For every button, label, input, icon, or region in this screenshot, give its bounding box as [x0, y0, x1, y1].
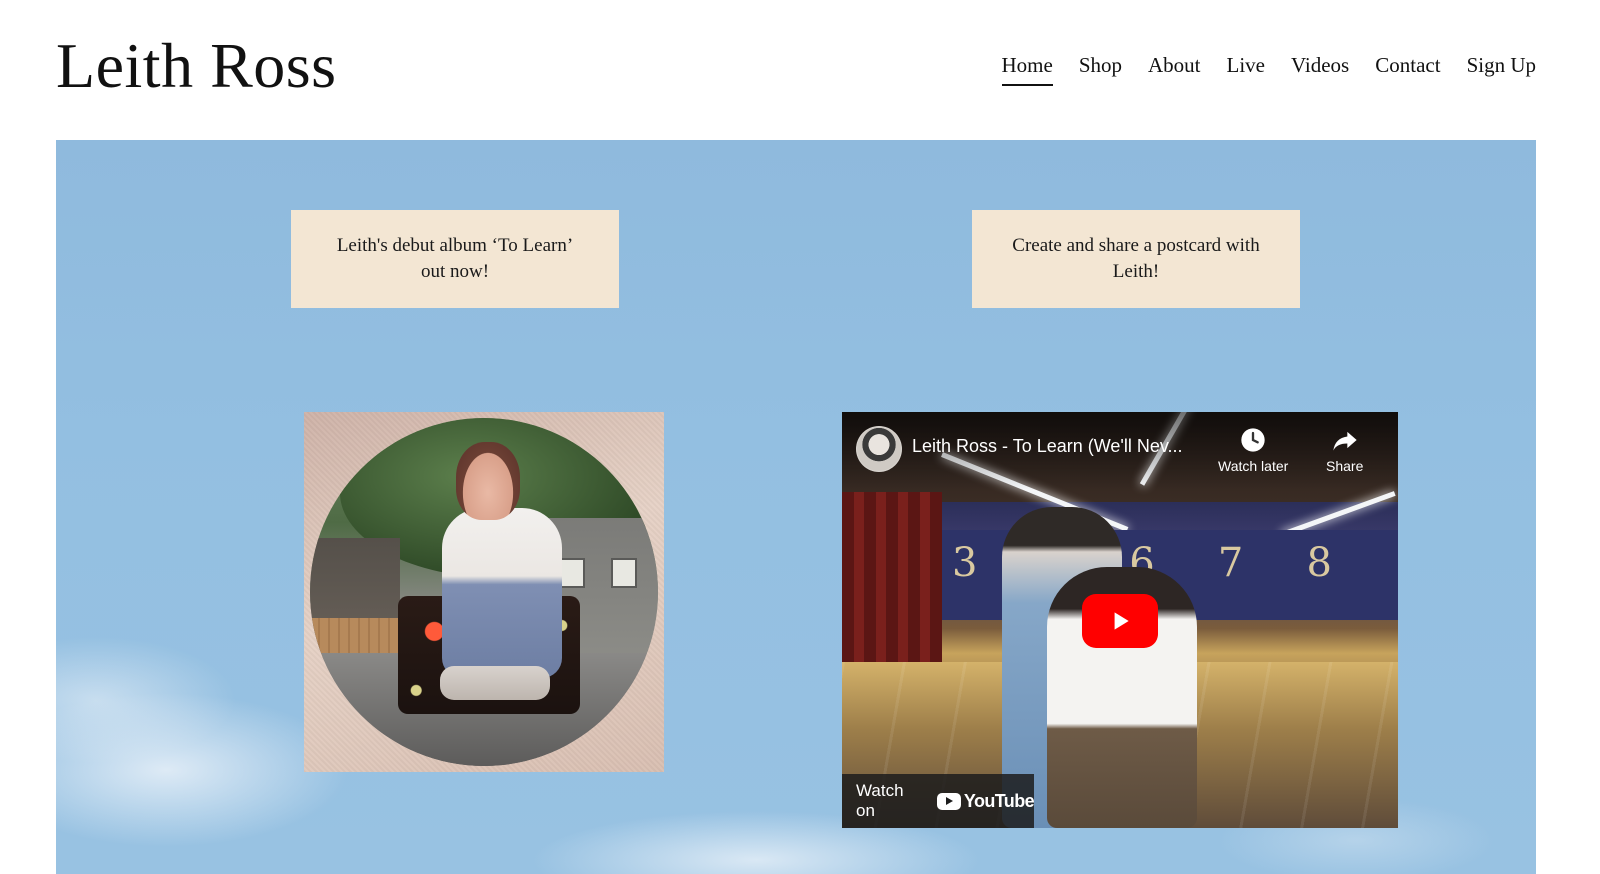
seated-figure [442, 508, 562, 678]
nav-contact[interactable]: Contact [1362, 50, 1453, 80]
site-header: Leith Ross Home Shop About Live Videos C… [0, 0, 1600, 140]
house-window [611, 558, 637, 588]
share-arrow-icon [1333, 431, 1357, 451]
watch-on-label: Watch on [856, 781, 904, 820]
video-title[interactable]: Leith Ross - To Learn (We'll Nev... [912, 436, 1212, 457]
watch-later-button[interactable]: Watch later [1218, 426, 1288, 474]
nav-about[interactable]: About [1135, 50, 1214, 80]
album-cover-circle [310, 418, 658, 766]
share-label: Share [1326, 458, 1364, 474]
lane-number: 3 [952, 540, 978, 586]
album-promo-button[interactable]: Leith's debut album ‘To Learn’ out now! [291, 210, 619, 308]
nav-videos[interactable]: Videos [1278, 50, 1362, 80]
lane-number: 7 [1217, 540, 1244, 586]
postcard-promo-button[interactable]: Create and share a postcard with Leith! [972, 210, 1300, 308]
youtube-video-embed[interactable]: 3 5 6 7 8 Leith Ross - To Learn (We'll N… [842, 412, 1398, 828]
hero-sky-section: Leith's debut album ‘To Learn’ out now! … [56, 140, 1536, 874]
youtube-wordmark: YouTube [963, 790, 1035, 811]
postcard-promo-text: Create and share a postcard with Leith! [1012, 235, 1260, 282]
nav-live[interactable]: Live [1214, 50, 1278, 80]
figure-shoes [440, 666, 550, 700]
youtube-logo-icon: YouTube [936, 790, 1035, 812]
fence [310, 618, 410, 658]
house-window [559, 558, 585, 588]
play-icon [1114, 612, 1129, 630]
watch-later-label: Watch later [1218, 458, 1289, 474]
youtube-play-mark-icon [936, 792, 961, 810]
site-title[interactable]: Leith Ross [56, 28, 337, 104]
clock-icon [1241, 428, 1265, 452]
watch-on-youtube-button[interactable]: Watch on YouTube [842, 774, 1035, 828]
main-nav: Home Shop About Live Videos Contact Sign… [989, 50, 1536, 86]
nav-shop[interactable]: Shop [1066, 50, 1135, 80]
album-cover-image[interactable] [304, 412, 664, 772]
play-button[interactable] [1082, 594, 1158, 648]
album-promo-text: Leith's debut album ‘To Learn’ out now! [336, 235, 574, 282]
channel-avatar[interactable] [856, 426, 902, 472]
nav-home[interactable]: Home [989, 50, 1066, 86]
share-button[interactable]: Share [1326, 426, 1363, 474]
lane-number: 8 [1306, 540, 1332, 586]
nav-sign-up[interactable]: Sign Up [1454, 50, 1536, 80]
figure-head [456, 442, 520, 520]
